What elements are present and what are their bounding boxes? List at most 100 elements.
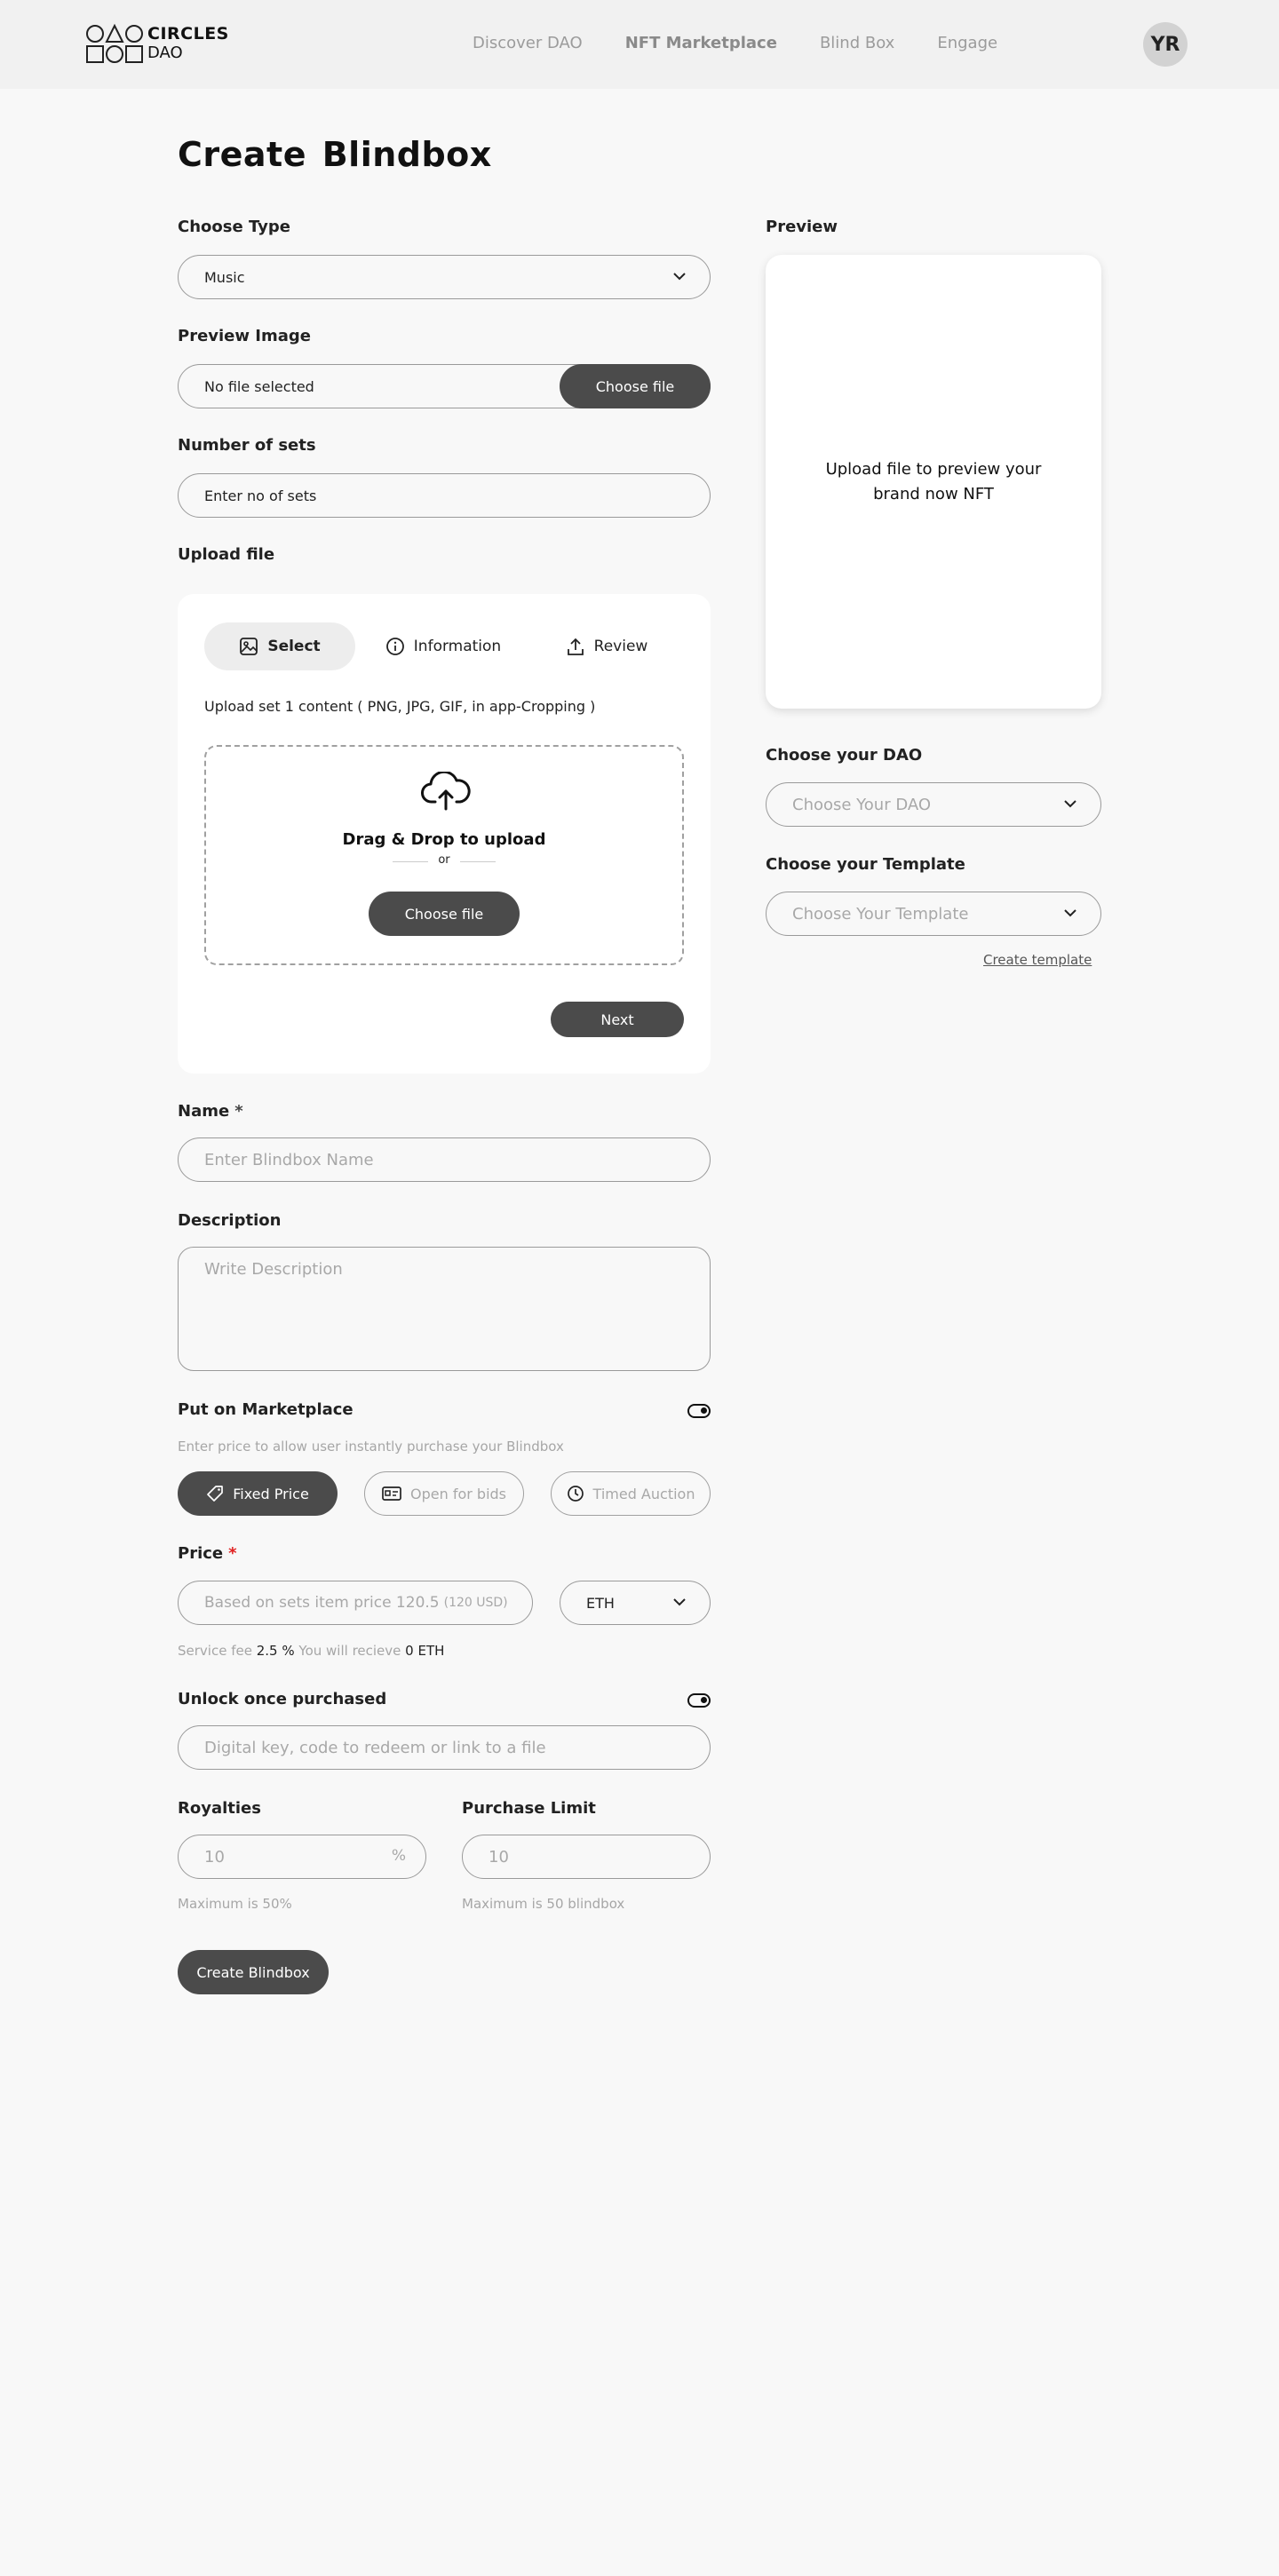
royalties-placeholder: 10 xyxy=(204,1847,225,1867)
dao-label: Choose your DAO xyxy=(766,746,923,765)
nav-discover-dao[interactable]: Discover DAO xyxy=(473,34,583,52)
choose-type-select[interactable]: Music xyxy=(178,255,711,299)
open-for-bids-label: Open for bids xyxy=(410,1485,506,1502)
price-input[interactable]: Based on sets item price 120.5 (120 USD) xyxy=(178,1581,533,1625)
royalties-label: Royalties xyxy=(178,1799,261,1818)
upload-choose-file-button[interactable]: Choose file xyxy=(369,892,520,936)
logo-title: CIRCLES xyxy=(147,24,229,44)
tab-select[interactable]: Select xyxy=(204,622,355,670)
unlock-toggle[interactable] xyxy=(687,1693,711,1708)
description-textarea[interactable]: Write Description xyxy=(178,1247,711,1371)
currency-select[interactable]: ETH xyxy=(560,1581,711,1625)
choose-type-label: Choose Type xyxy=(178,218,290,236)
marketplace-hint: Enter price to allow user instantly purc… xyxy=(178,1439,564,1454)
divider-right xyxy=(460,861,496,862)
marketplace-toggle[interactable] xyxy=(687,1404,711,1418)
fixed-price-button[interactable]: Fixed Price xyxy=(178,1471,338,1516)
royalties-hint: Maximum is 50% xyxy=(178,1896,292,1912)
price-placeholder: Based on sets item price 120.5 xyxy=(204,1594,440,1612)
royalties-input[interactable]: 10 % xyxy=(178,1835,426,1879)
number-of-sets-placeholder: Enter no of sets xyxy=(204,487,317,504)
nav-blind-box[interactable]: Blind Box xyxy=(820,34,894,52)
percent-suffix: % xyxy=(391,1847,406,1865)
tag-icon xyxy=(207,1486,224,1502)
template-select[interactable]: Choose Your Template xyxy=(766,892,1101,936)
chevron-down-icon xyxy=(673,1598,686,1606)
dao-select[interactable]: Choose Your DAO xyxy=(766,782,1101,827)
tab-select-label: Select xyxy=(267,638,321,655)
file-status-text: No file selected xyxy=(204,377,314,395)
service-fee-line: Service fee 2.5 % You will recieve 0 ETH xyxy=(178,1643,444,1659)
chevron-down-icon xyxy=(1064,800,1076,808)
upload-icon xyxy=(567,638,584,655)
receive-value: 0 ETH xyxy=(405,1643,445,1659)
preview-image-label: Preview Image xyxy=(178,327,311,345)
name-input[interactable]: Enter Blindbox Name xyxy=(178,1137,711,1182)
open-for-bids-button[interactable]: Open for bids xyxy=(364,1471,524,1516)
number-of-sets-input[interactable]: Enter no of sets xyxy=(178,473,711,518)
timed-auction-label: Timed Auction xyxy=(592,1485,695,1502)
purchase-limit-input[interactable]: 10 xyxy=(462,1835,711,1879)
unlock-content-input[interactable]: Digital key, code to redeem or link to a… xyxy=(178,1725,711,1770)
tab-information[interactable]: Information xyxy=(368,622,519,670)
unlock-label: Unlock once purchased xyxy=(178,1690,387,1708)
marketplace-label: Put on Marketplace xyxy=(178,1400,354,1419)
user-avatar[interactable]: YR xyxy=(1143,22,1188,67)
purchase-limit-hint: Maximum is 50 blindbox xyxy=(462,1896,625,1912)
name-label: Name * xyxy=(178,1102,243,1121)
tab-review-label: Review xyxy=(593,638,648,655)
top-header: CIRCLES DAO Discover DAO NFT Marketplace… xyxy=(0,0,1279,89)
create-blindbox-button[interactable]: Create Blindbox xyxy=(178,1950,329,1994)
drop-zone[interactable]: Drag & Drop to upload or Choose file xyxy=(204,745,684,965)
drag-drop-text: Drag & Drop to upload xyxy=(342,830,546,849)
receive-label: You will recieve xyxy=(298,1643,401,1659)
nft-preview-card: Upload file to preview your brand now NF… xyxy=(766,255,1101,709)
nav-engage[interactable]: Engage xyxy=(937,34,997,52)
logo[interactable]: CIRCLES DAO xyxy=(85,23,229,64)
upload-tabs: Select Information Review xyxy=(204,622,695,670)
logo-shapes-icon xyxy=(85,23,144,64)
preview-label: Preview xyxy=(766,218,838,236)
tab-information-label: Information xyxy=(413,638,502,655)
upload-file-label: Upload file xyxy=(178,545,275,564)
or-text: or xyxy=(438,853,450,867)
unlock-placeholder: Digital key, code to redeem or link to a… xyxy=(204,1738,546,1757)
currency-value: ETH xyxy=(586,1594,615,1612)
info-icon xyxy=(385,638,404,655)
purchase-limit-label: Purchase Limit xyxy=(462,1799,596,1818)
required-mark: * xyxy=(228,1544,237,1563)
tab-review[interactable]: Review xyxy=(531,622,682,670)
id-card-icon xyxy=(382,1486,401,1501)
logo-subtitle: DAO xyxy=(147,44,183,62)
price-usd-placeholder: (120 USD) xyxy=(443,1596,508,1610)
description-placeholder: Write Description xyxy=(204,1260,343,1279)
chevron-down-icon xyxy=(1064,909,1076,917)
cloud-upload-icon xyxy=(421,772,471,811)
price-label-text: Price xyxy=(178,1544,224,1563)
name-placeholder: Enter Blindbox Name xyxy=(204,1150,374,1169)
price-label: Price * xyxy=(178,1544,237,1563)
preview-image-choose-file-button[interactable]: Choose file xyxy=(560,364,711,408)
template-label: Choose your Template xyxy=(766,855,965,874)
template-placeholder: Choose Your Template xyxy=(792,904,969,923)
create-template-link[interactable]: Create template xyxy=(983,952,1092,968)
fixed-price-label: Fixed Price xyxy=(233,1485,309,1502)
choose-type-value: Music xyxy=(204,268,245,286)
upload-content-note: Upload set 1 content ( PNG, JPG, GIF, in… xyxy=(204,698,596,715)
description-label: Description xyxy=(178,1211,282,1230)
service-fee-label: Service fee xyxy=(178,1643,252,1659)
chevron-down-icon xyxy=(673,273,686,281)
image-icon xyxy=(240,638,258,655)
page-title: Create Blindbox xyxy=(178,135,492,174)
dao-placeholder: Choose Your DAO xyxy=(792,795,932,814)
timed-auction-button[interactable]: Timed Auction xyxy=(551,1471,711,1516)
service-fee-value: 2.5 % xyxy=(256,1643,295,1659)
nav-nft-marketplace[interactable]: NFT Marketplace xyxy=(625,34,777,52)
required-mark: * xyxy=(234,1102,243,1121)
preview-placeholder-text: Upload file to preview your brand now NF… xyxy=(825,459,1042,503)
upload-card: Select Information Review Upload set 1 c… xyxy=(178,594,711,1074)
next-button[interactable]: Next xyxy=(551,1002,684,1037)
clock-icon xyxy=(567,1486,584,1502)
number-of-sets-label: Number of sets xyxy=(178,436,316,455)
name-label-text: Name xyxy=(178,1102,230,1121)
